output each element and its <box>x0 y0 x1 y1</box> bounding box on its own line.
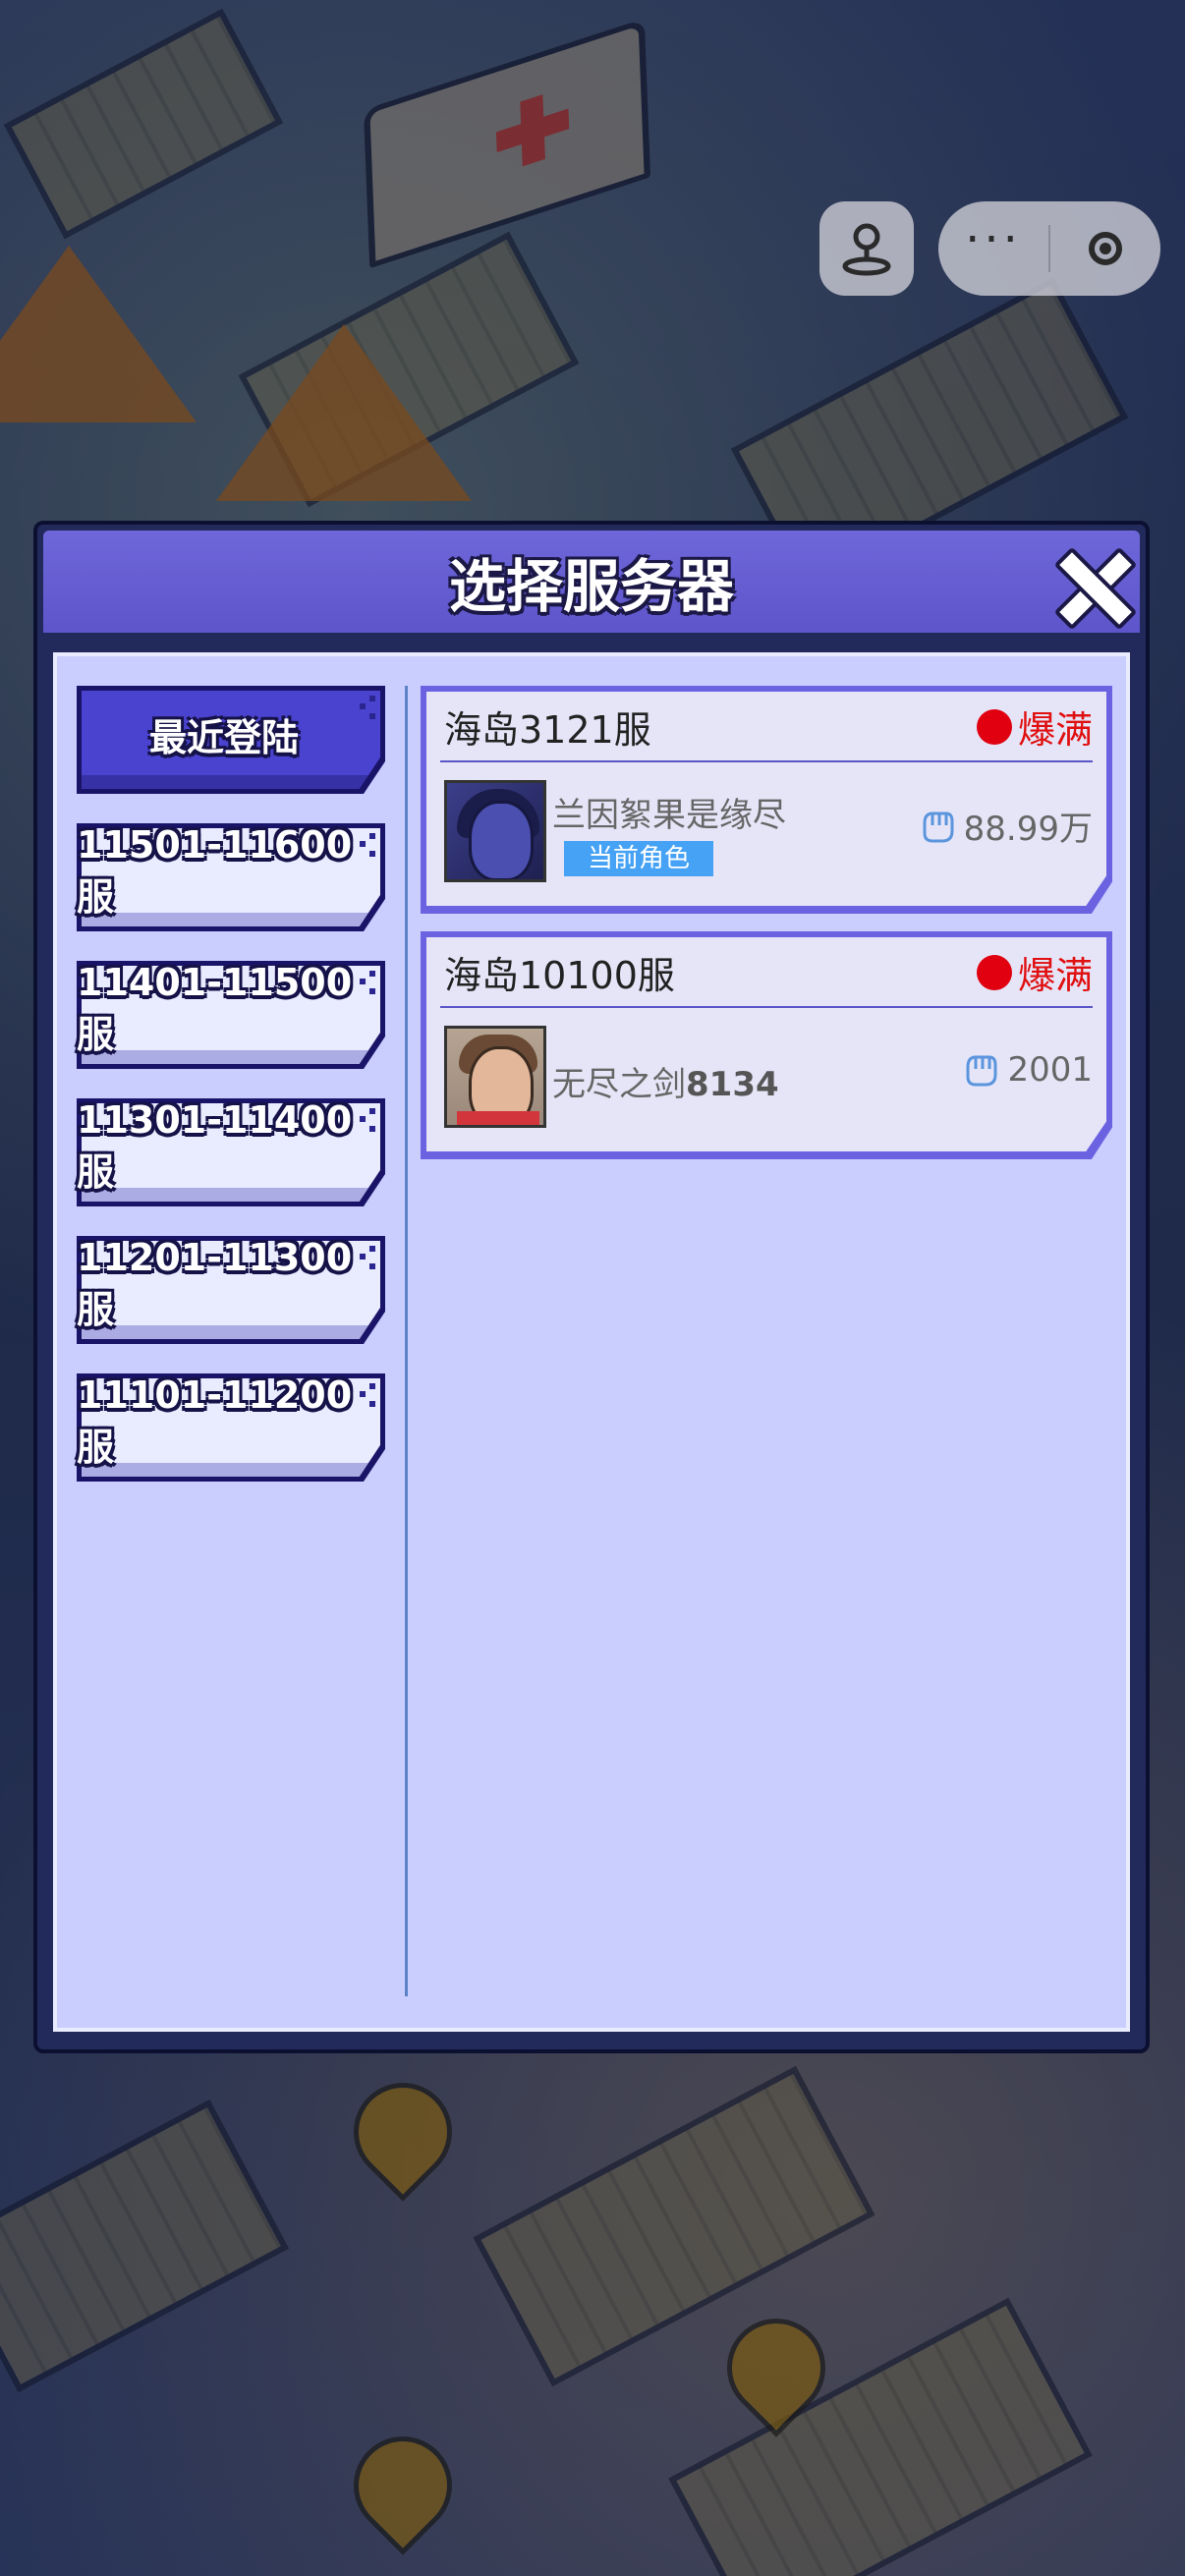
more-button[interactable]: ··· <box>938 201 1048 296</box>
close-icon[interactable] <box>1053 546 1128 621</box>
more-dots-icon: ··· <box>965 212 1022 267</box>
joystick-icon <box>842 223 891 276</box>
power-text: 2001 <box>1007 1050 1093 1090</box>
panel-divider <box>405 686 408 1996</box>
tab-11501-11600[interactable]: 11501-11600服 <box>77 823 385 931</box>
tab-label: 11101-11200服 <box>77 1372 353 1469</box>
close-miniapp-button[interactable] <box>1050 201 1160 296</box>
power-text: 88.99万 <box>963 810 1093 849</box>
server-select-dialog: 选择服务器 最近登陆 11501-11600服 11401-11500服 113… <box>33 521 1150 2053</box>
tab-label: 11301-11400服 <box>77 1097 353 1194</box>
server-name: 海岛10100服 <box>444 954 675 997</box>
server-status: 爆满 <box>976 945 1093 999</box>
card-divider <box>440 760 1093 762</box>
power-value: 2001 <box>958 1047 1093 1092</box>
server-card[interactable]: 海岛10100服 爆满 无尽之剑8134 2001 <box>421 931 1112 1159</box>
tab-recent-login[interactable]: 最近登陆 <box>77 686 385 794</box>
tab-label: 11501-11600服 <box>77 822 353 919</box>
tab-11201-11300[interactable]: 11201-11300服 <box>77 1236 385 1344</box>
tab-label: 11401-11500服 <box>77 960 353 1056</box>
server-name: 海岛3121服 <box>444 708 651 752</box>
server-list: 海岛3121服 爆满 兰因絮果是缘尽 当前角色 88.99万 海岛10100服 … <box>421 686 1112 1177</box>
dialog-title: 选择服务器 <box>448 553 734 620</box>
map-button[interactable] <box>819 201 914 296</box>
status-dot-icon <box>976 954 1012 990</box>
server-group-tabs: 最近登陆 11501-11600服 11401-11500服 11301-114… <box>77 686 387 1511</box>
dialog-header: 选择服务器 <box>43 531 1140 633</box>
server-status: 爆满 <box>976 700 1093 754</box>
role-name: 兰因絮果是缘尽 <box>552 796 786 835</box>
tab-11101-11200[interactable]: 11101-11200服 <box>77 1373 385 1482</box>
fist-icon <box>966 1055 997 1087</box>
status-dot-icon <box>976 708 1012 745</box>
status-label: 爆满 <box>1017 954 1093 997</box>
tab-label: 最近登陆 <box>148 715 299 759</box>
tab-11301-11400[interactable]: 11301-11400服 <box>77 1098 385 1206</box>
avatar <box>444 1026 546 1128</box>
mini-program-capsule: ··· <box>938 201 1160 296</box>
dialog-body: 最近登陆 11501-11600服 11401-11500服 11301-114… <box>53 652 1130 2032</box>
current-role-badge: 当前角色 <box>564 841 714 876</box>
tab-label: 11201-11300服 <box>77 1235 353 1331</box>
server-card[interactable]: 海岛3121服 爆满 兰因絮果是缘尽 当前角色 88.99万 <box>421 686 1112 914</box>
target-icon <box>1089 232 1122 265</box>
role-name: 无尽之剑8134 <box>552 1065 779 1104</box>
tab-11401-11500[interactable]: 11401-11500服 <box>77 961 385 1069</box>
fist-icon <box>923 812 954 842</box>
power-value: 88.99万 <box>915 802 1093 850</box>
avatar <box>444 780 546 882</box>
status-label: 爆满 <box>1017 708 1093 752</box>
card-divider <box>440 1006 1093 1008</box>
